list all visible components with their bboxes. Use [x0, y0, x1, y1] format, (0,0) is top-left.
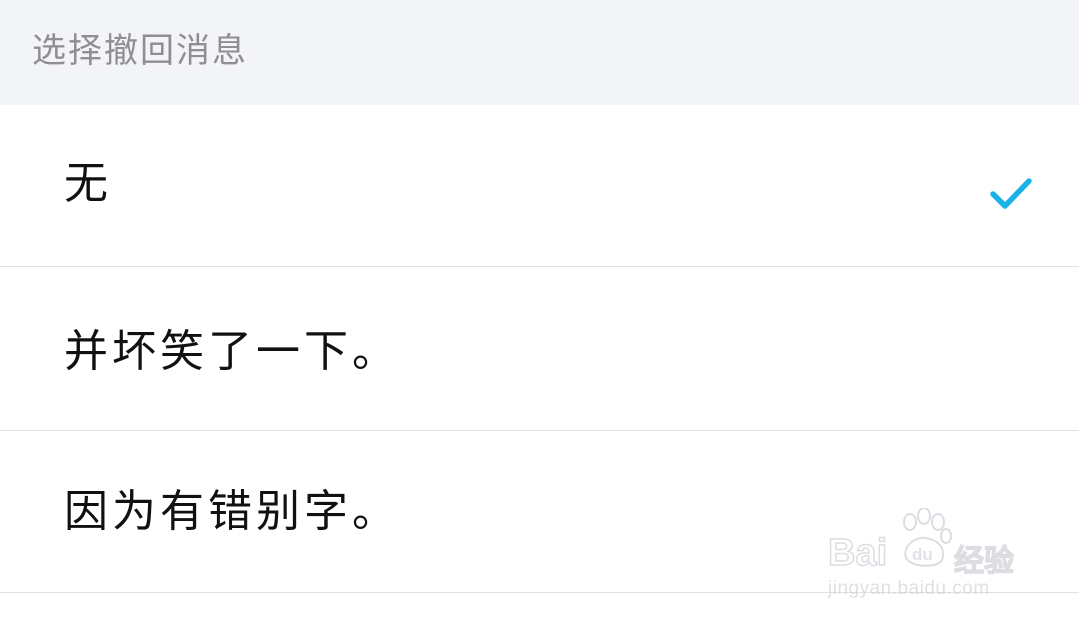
watermark-suffix: 经验 — [953, 543, 1014, 579]
watermark-url: jingyan.baidu.com — [828, 578, 990, 599]
checkmark-icon — [990, 178, 1032, 209]
option-label: 因为有错别字。 — [64, 485, 400, 537]
paw-text: du — [912, 545, 933, 564]
recall-message-screen: 选择撤回消息 无 并坏笑了一下。 因为有错别字。 du Bai 经验 jingy… — [0, 0, 1079, 625]
option-smirk[interactable]: 并坏笑了一下。 — [0, 267, 1079, 431]
option-label: 无 — [64, 157, 112, 209]
baidu-jingyan-watermark: du Bai 经验 jingyan.baidu.com — [826, 506, 1026, 606]
watermark-brand: Bai — [827, 531, 888, 575]
section-header: 选择撤回消息 — [0, 0, 1079, 105]
option-label: 并坏笑了一下。 — [64, 325, 400, 377]
paw-icon: du — [903, 508, 952, 567]
option-none[interactable]: 无 — [0, 105, 1079, 267]
section-title: 选择撤回消息 — [32, 31, 248, 71]
